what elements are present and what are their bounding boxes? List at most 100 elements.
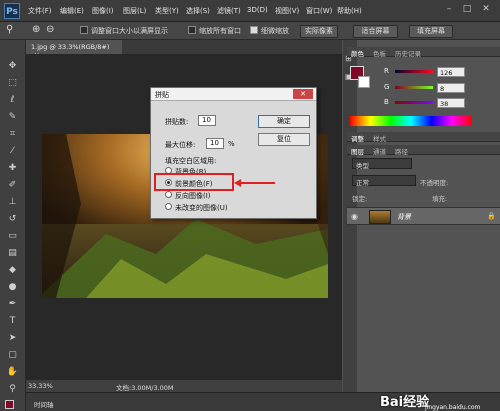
shape-tool-icon[interactable]: ▢ xyxy=(6,349,19,361)
tab-paths[interactable]: 路径 xyxy=(395,146,408,156)
menu-help[interactable]: 帮助(H) xyxy=(337,6,362,16)
tab-swatches[interactable]: 色板 xyxy=(373,48,386,58)
tab-history[interactable]: 历史记录 xyxy=(395,48,421,58)
fit-screen-button[interactable]: 适合屏幕 xyxy=(353,25,398,38)
path-select-tool-icon[interactable]: ➤ xyxy=(6,332,19,344)
tab-channels[interactable]: 通道 xyxy=(373,146,386,156)
menu-bar: Ps 文件(F) 编辑(E) 图像(I) 图层(L) 类型(Y) 选择(S) 滤… xyxy=(0,0,500,22)
actual-pixels-button[interactable]: 实际像素 xyxy=(300,25,338,38)
menu-type[interactable]: 类型(Y) xyxy=(155,6,179,16)
zoom-out-icon[interactable]: ⊖ xyxy=(46,24,54,35)
move-tool-icon[interactable]: ✥ xyxy=(6,60,19,72)
tile-count-input[interactable]: 10 xyxy=(198,115,216,126)
zoom-level[interactable]: 33.33% xyxy=(28,382,53,390)
tile-dialog: 拼贴 ✕ 拼贴数: 10 最大位移: 10 % 确定 复位 填充空白区域用: 背… xyxy=(150,87,317,219)
annotation-arrow-head-icon xyxy=(234,179,241,187)
scrubby-zoom-checkbox[interactable] xyxy=(250,26,258,34)
max-offset-label: 最大位移: xyxy=(165,141,196,149)
window-close-button[interactable]: ✕ xyxy=(477,2,495,16)
hand-tool-icon[interactable]: ✋ xyxy=(6,366,19,378)
layers-panel-tabs: 图层 通道 路径 xyxy=(347,145,500,156)
toolbox: ✥ ⬚ ℓ ✎ ⌗ ⁄ ✚ ✐ ⊥ ↺ ▭ ▤ ◆ ● ✒ T ➤ ▢ ✋ ⚲ xyxy=(0,40,26,411)
menu-image[interactable]: 图像(I) xyxy=(92,6,114,16)
type-tool-icon[interactable]: T xyxy=(6,315,19,327)
baidu-watermark: Bai经验 xyxy=(380,395,430,410)
fill-screen-button[interactable]: 填充屏幕 xyxy=(409,25,453,38)
crop-tool-icon[interactable]: ⌗ xyxy=(6,128,19,140)
g-slider[interactable] xyxy=(395,86,433,89)
reset-button[interactable]: 复位 xyxy=(258,133,310,146)
resize-window-checkbox[interactable] xyxy=(80,26,88,34)
menu-view[interactable]: 视图(V) xyxy=(275,6,299,16)
blend-mode-select[interactable]: 正常 xyxy=(352,175,416,187)
color-spectrum-bar[interactable] xyxy=(350,116,472,126)
eraser-tool-icon[interactable]: ▭ xyxy=(6,230,19,242)
visibility-eye-icon[interactable]: ◉ xyxy=(351,212,358,221)
layer-filter-value: 类型 xyxy=(356,162,369,170)
maximize-button[interactable]: □ xyxy=(458,2,476,16)
document-tab-label: 1.jpg @ 33.3%(RGB/8#) xyxy=(31,43,110,51)
menu-layer[interactable]: 图层(L) xyxy=(123,6,146,16)
zoom-in-icon[interactable]: ⊕ xyxy=(32,24,40,35)
history-brush-tool-icon[interactable]: ↺ xyxy=(6,213,19,225)
clone-stamp-tool-icon[interactable]: ⊥ xyxy=(6,196,19,208)
radio-inverse-image[interactable] xyxy=(165,191,172,198)
adjustments-panel-tabs: 调整 样式 xyxy=(347,132,500,143)
document-tab[interactable]: 1.jpg @ 33.3%(RGB/8#) × xyxy=(26,40,122,59)
zoom-tool-side-icon[interactable]: ⚲ xyxy=(6,383,19,395)
fill-empty-label: 填充空白区域用: xyxy=(165,157,217,165)
brush-tool-icon[interactable]: ✐ xyxy=(6,179,19,191)
tab-color[interactable]: 颜色 xyxy=(351,48,364,58)
menu-edit[interactable]: 编辑(E) xyxy=(60,6,84,16)
r-channel-label: R xyxy=(384,67,389,75)
pen-tool-icon[interactable]: ✒ xyxy=(6,298,19,310)
tab-layers[interactable]: 图层 xyxy=(351,146,364,156)
menu-window[interactable]: 窗口(W) xyxy=(306,6,332,16)
gradient-tool-icon[interactable]: ▤ xyxy=(6,247,19,259)
menu-select[interactable]: 选择(S) xyxy=(186,6,210,16)
dialog-close-button[interactable]: ✕ xyxy=(293,89,313,99)
layer-name[interactable]: 背景 xyxy=(397,212,411,222)
marquee-tool-icon[interactable]: ⬚ xyxy=(6,77,19,89)
menu-file[interactable]: 文件(F) xyxy=(28,6,52,16)
opacity-label: 不透明度: xyxy=(420,179,449,187)
menu-filter[interactable]: 滤镜(T) xyxy=(217,6,241,16)
background-color-chip[interactable] xyxy=(358,76,370,88)
percent-label: % xyxy=(228,140,235,148)
g-channel-label: G xyxy=(384,83,390,91)
eyedropper-tool-icon[interactable]: ⁄ xyxy=(6,145,19,157)
b-channel-label: B xyxy=(384,98,389,106)
scrubby-zoom-label: 细微缩放 xyxy=(261,27,289,35)
r-slider[interactable] xyxy=(395,70,433,73)
tab-styles[interactable]: 样式 xyxy=(373,133,386,143)
layer-row[interactable]: ◉ 背景 🔒 xyxy=(347,207,500,225)
b-slider[interactable] xyxy=(395,101,433,104)
option-unaltered-image[interactable]: 未改变的图像(U) xyxy=(175,203,228,213)
menu-3d[interactable]: 3D(D) xyxy=(247,6,268,14)
radio-unaltered-image[interactable] xyxy=(165,203,172,210)
dialog-title: 拼贴 xyxy=(155,91,169,99)
quick-select-tool-icon[interactable]: ✎ xyxy=(6,111,19,123)
lasso-tool-icon[interactable]: ℓ xyxy=(6,94,19,106)
healing-brush-tool-icon[interactable]: ✚ xyxy=(6,162,19,174)
timeline-label[interactable]: 时间轴 xyxy=(34,399,54,409)
tab-adjustments[interactable]: 调整 xyxy=(351,133,364,143)
layer-filter-select[interactable]: 类型 xyxy=(352,158,412,170)
baidu-watermark-url: jingyan.baidu.com xyxy=(425,404,481,411)
zoom-all-checkbox[interactable] xyxy=(188,26,196,34)
g-value-input[interactable]: 8 xyxy=(437,83,465,93)
zoom-tool-icon[interactable]: ⚲ xyxy=(6,24,13,35)
b-value-input[interactable]: 38 xyxy=(437,98,465,108)
document-size: 文档:3.00M/3.00M xyxy=(116,384,174,392)
max-offset-input[interactable]: 10 xyxy=(206,138,224,149)
dialog-titlebar[interactable]: 拼贴 xyxy=(151,88,316,101)
lock-icon: 🔒 xyxy=(487,212,496,220)
r-value-input[interactable]: 126 xyxy=(437,67,465,77)
foreground-color-swatch[interactable] xyxy=(5,400,14,409)
ok-button[interactable]: 确定 xyxy=(258,115,310,128)
blur-tool-icon[interactable]: ◆ xyxy=(6,264,19,276)
option-inverse-image[interactable]: 反向图像(I) xyxy=(175,191,211,201)
dodge-tool-icon[interactable]: ● xyxy=(6,281,19,293)
minimize-button[interactable]: – xyxy=(440,2,458,16)
highlight-box xyxy=(154,173,234,191)
